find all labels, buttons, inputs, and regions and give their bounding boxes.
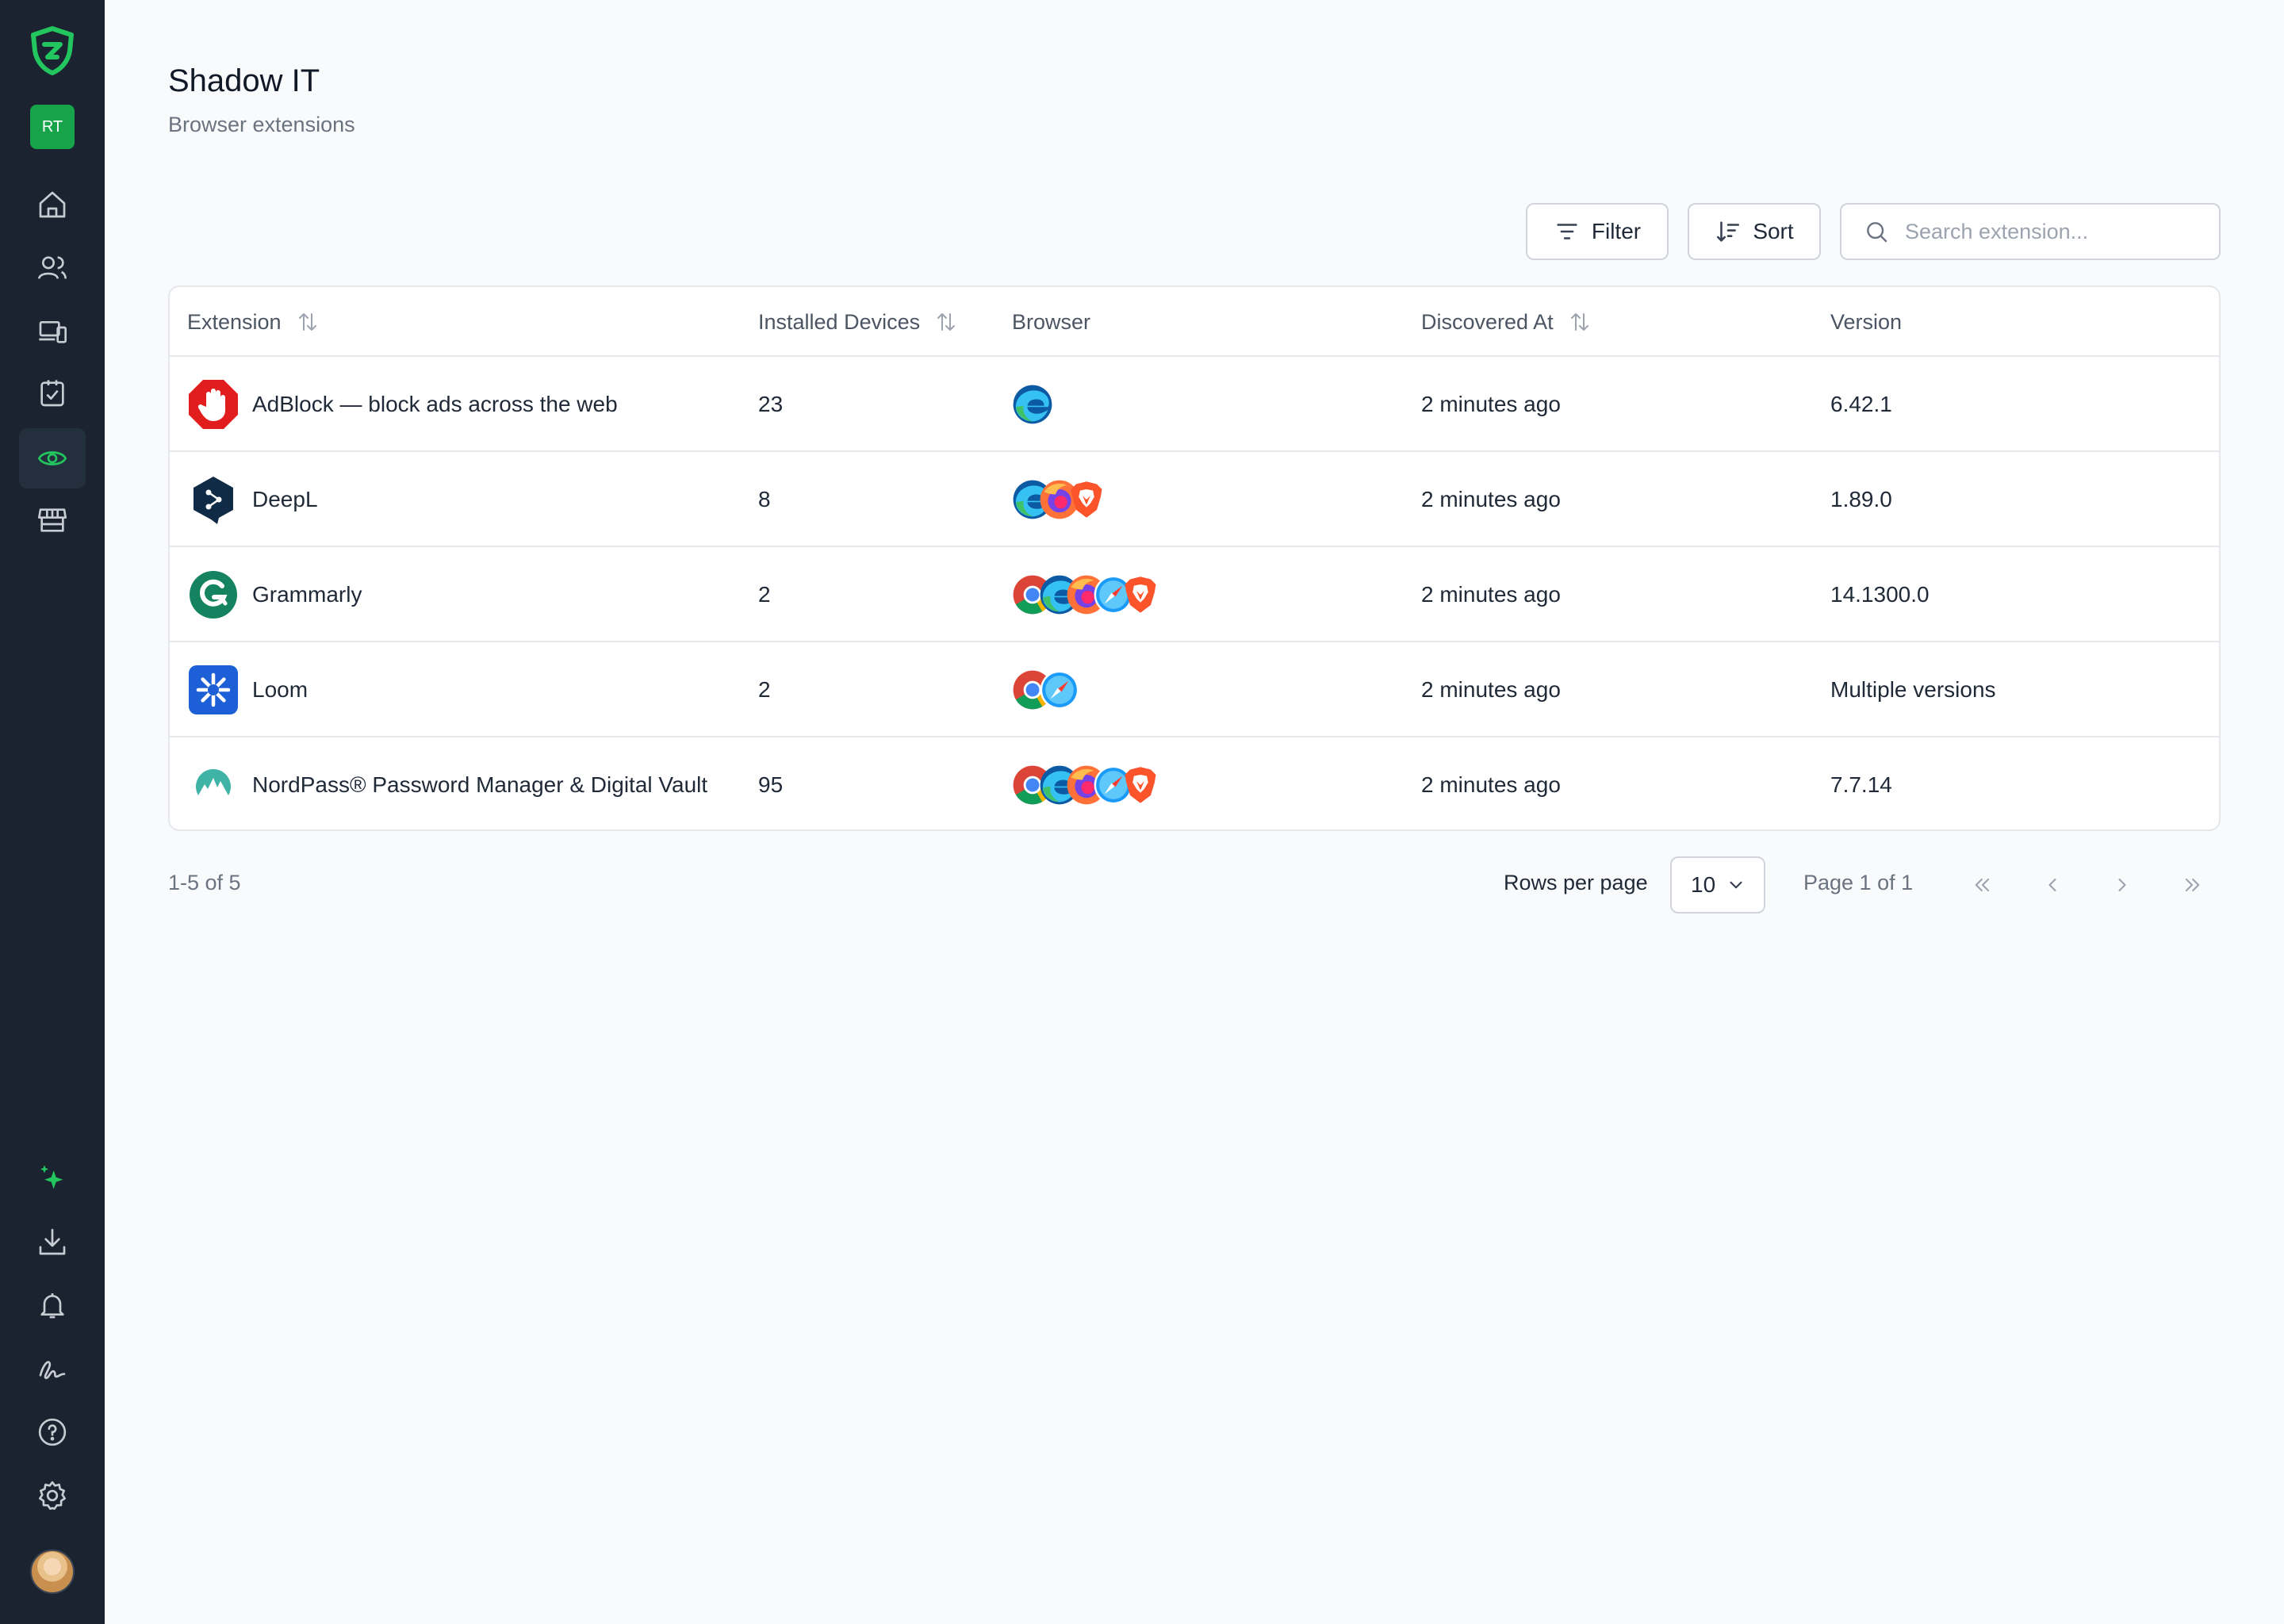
chevrons-right-icon bbox=[2185, 878, 2200, 892]
sort-button[interactable]: Sort bbox=[1688, 203, 1821, 260]
extensions-table: Extension Installed Devices Browser Disc… bbox=[168, 285, 2221, 831]
rows-per-page-label: Rows per page bbox=[1504, 871, 1648, 894]
browsers-cell bbox=[1012, 737, 1161, 831]
table-row[interactable]: NordPass® Password Manager & Digital Vau… bbox=[170, 737, 2219, 831]
page-subtitle: Browser extensions bbox=[168, 113, 355, 136]
page-title: Shadow IT bbox=[168, 63, 320, 98]
home-icon[interactable] bbox=[19, 174, 86, 235]
last-page-button[interactable] bbox=[2167, 860, 2217, 910]
eye-icon[interactable] bbox=[19, 428, 86, 488]
column-header-browser: Browser bbox=[1012, 309, 1091, 334]
shield-logo-icon[interactable] bbox=[25, 24, 79, 78]
brave-icon bbox=[1066, 479, 1107, 520]
browsers-cell bbox=[1012, 452, 1107, 547]
nordpass-icon bbox=[196, 768, 231, 795]
search-icon bbox=[1867, 222, 1887, 243]
column-header-installed-devices[interactable]: Installed Devices bbox=[758, 287, 958, 357]
column-header-extension[interactable]: Extension bbox=[187, 287, 320, 357]
discovered-cell: 2 minutes ago bbox=[1421, 772, 1561, 797]
devices-icon[interactable] bbox=[19, 301, 86, 362]
avatar[interactable] bbox=[30, 1549, 75, 1594]
devices-cell: 95 bbox=[758, 772, 784, 797]
table-row[interactable]: Grammarly 2 2 minutes ago 14.1300.0 bbox=[170, 547, 2219, 642]
column-header-discovered-at[interactable]: Discovered At bbox=[1421, 287, 1592, 357]
extension-cell: NordPass® Password Manager & Digital Vau… bbox=[187, 737, 707, 829]
sort-arrows-icon bbox=[937, 313, 956, 331]
version-cell: 1.89.0 bbox=[1830, 487, 1892, 511]
previous-page-button[interactable] bbox=[2027, 860, 2078, 910]
table-row[interactable]: Loom 2 2 minutes ago Multiple versions bbox=[170, 642, 2219, 737]
sort-arrows-icon bbox=[298, 313, 316, 331]
extension-cell: Loom bbox=[187, 642, 308, 737]
devices-cell: 23 bbox=[758, 392, 784, 416]
browsers-cell bbox=[1012, 357, 1053, 452]
filter-label: Filter bbox=[1591, 219, 1642, 243]
sort-icon bbox=[1717, 221, 1740, 242]
first-page-button[interactable] bbox=[1957, 860, 2008, 910]
chevrons-left-icon bbox=[1975, 878, 1990, 892]
extension-cell: Grammarly bbox=[187, 547, 362, 642]
devices-cell: 8 bbox=[758, 487, 771, 511]
extension-cell: DeepL bbox=[187, 452, 318, 547]
download-icon[interactable] bbox=[19, 1212, 86, 1272]
table-row[interactable]: AdBlock — block ads across the web 23 2 … bbox=[170, 357, 2219, 452]
users-icon[interactable] bbox=[19, 238, 86, 298]
version-cell: 14.1300.0 bbox=[1830, 582, 1930, 607]
chevron-down-icon bbox=[1730, 881, 1742, 889]
workspace-badge[interactable]: RT bbox=[30, 105, 75, 149]
table-header: Extension Installed Devices Browser Disc… bbox=[170, 287, 2219, 357]
sort-label: Sort bbox=[1753, 219, 1794, 243]
version-cell: 6.42.1 bbox=[1830, 392, 1892, 416]
page-indicator: Page 1 of 1 bbox=[1803, 871, 1914, 894]
extension-cell: AdBlock — block ads across the web bbox=[187, 357, 618, 452]
sparkles-icon[interactable] bbox=[19, 1148, 86, 1208]
clipboard-check-icon[interactable] bbox=[19, 363, 86, 423]
discovered-cell: 2 minutes ago bbox=[1421, 487, 1561, 511]
discovered-cell: 2 minutes ago bbox=[1421, 582, 1561, 607]
brave-icon bbox=[1120, 764, 1161, 806]
chevron-left-icon bbox=[2048, 878, 2056, 892]
version-cell: 7.7.14 bbox=[1830, 772, 1892, 797]
sort-arrows-icon bbox=[1570, 313, 1588, 331]
rows-per-page-select[interactable]: 10 bbox=[1670, 856, 1765, 914]
grammarly-icon bbox=[190, 571, 237, 619]
help-icon[interactable] bbox=[19, 1402, 86, 1462]
safari-icon bbox=[1039, 669, 1080, 710]
chevron-right-icon bbox=[2118, 878, 2126, 892]
results-count: 1-5 of 5 bbox=[168, 871, 241, 894]
discovered-cell: 2 minutes ago bbox=[1421, 677, 1561, 702]
filter-button[interactable]: Filter bbox=[1526, 203, 1669, 260]
devices-cell: 2 bbox=[758, 582, 771, 607]
settings-icon[interactable] bbox=[19, 1465, 86, 1526]
sidebar: RT bbox=[0, 0, 105, 1624]
discovered-cell: 2 minutes ago bbox=[1421, 392, 1561, 416]
adblock-icon bbox=[189, 380, 238, 429]
bell-icon[interactable] bbox=[19, 1275, 86, 1335]
brave-icon bbox=[1120, 574, 1161, 615]
loom-icon bbox=[189, 665, 238, 714]
signature-icon[interactable] bbox=[19, 1339, 86, 1399]
devices-cell: 2 bbox=[758, 677, 771, 702]
deepl-icon bbox=[194, 477, 233, 524]
next-page-button[interactable] bbox=[2097, 860, 2148, 910]
search-input[interactable] bbox=[1905, 219, 2206, 244]
browsers-cell bbox=[1012, 547, 1161, 642]
filter-icon bbox=[1557, 224, 1577, 239]
browsers-cell bbox=[1012, 642, 1080, 737]
version-cell: Multiple versions bbox=[1830, 677, 1996, 702]
edge-icon bbox=[1012, 384, 1053, 425]
table-row[interactable]: DeepL 8 2 minutes ago 1.89.0 bbox=[170, 452, 2219, 547]
column-header-version: Version bbox=[1830, 309, 1903, 334]
store-icon[interactable] bbox=[19, 490, 86, 550]
search-box[interactable] bbox=[1840, 203, 2221, 260]
